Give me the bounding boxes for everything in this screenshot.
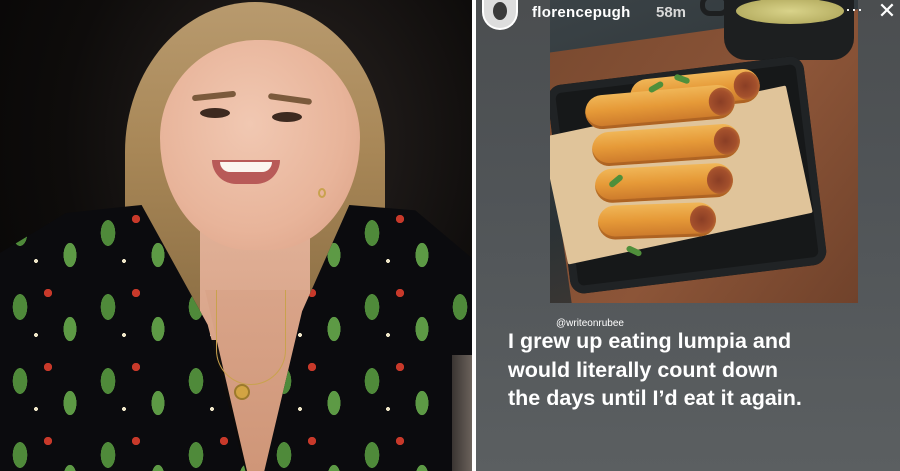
lumpia-roll <box>597 201 717 241</box>
story-username[interactable]: florencepugh <box>532 4 631 21</box>
teeth <box>220 162 272 172</box>
instagram-story[interactable]: florencepugh 58m ⋯ ✕ @writeonrubee I gre… <box>476 0 900 471</box>
ellipsis-icon[interactable]: ⋯ <box>844 1 864 21</box>
close-icon[interactable]: ✕ <box>876 0 898 24</box>
necklace-pendant <box>234 384 250 400</box>
roll-end <box>706 165 734 195</box>
story-header: florencepugh 58m ⋯ ✕ <box>476 0 900 30</box>
roll-end <box>689 204 717 234</box>
left-eye <box>200 108 230 118</box>
portrait-photo <box>0 0 472 471</box>
profile-avatar[interactable] <box>482 0 518 30</box>
earring <box>318 188 326 198</box>
necklace <box>216 290 286 385</box>
face <box>160 40 360 250</box>
avatar-face <box>493 2 507 20</box>
story-food-photo <box>550 0 858 303</box>
chair-edge <box>452 355 472 471</box>
story-timestamp: 58m <box>656 4 687 21</box>
story-caption: I grew up eating lumpia and would litera… <box>508 329 802 410</box>
right-eye <box>272 112 302 122</box>
